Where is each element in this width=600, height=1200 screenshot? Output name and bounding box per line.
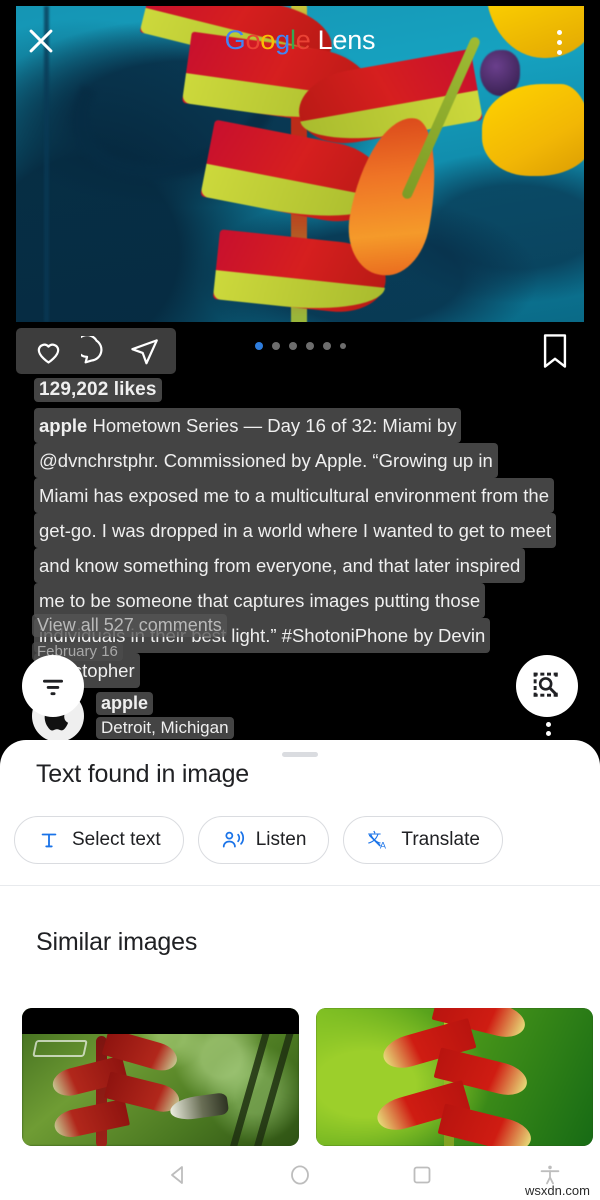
caption-text: Hometown Series — Day 16 of 32: Miami by — [92, 415, 457, 436]
dot — [556, 49, 562, 55]
text-select-icon — [37, 828, 61, 852]
likes-count: 129,202 likes — [34, 378, 162, 402]
carousel-dot-active — [254, 342, 263, 350]
thumbnail-letterbox — [22, 1008, 299, 1034]
lens-search-button[interactable] — [516, 655, 578, 717]
caption-line: apple Hometown Series — Day 16 of 32: Mi… — [34, 408, 579, 443]
likes-text: 129,202 likes — [34, 378, 162, 402]
dot — [546, 731, 551, 736]
caption-username[interactable]: apple — [39, 415, 87, 436]
carousel-dot — [271, 342, 280, 350]
phone-screen: Google Lens 129,202 likes apple Hometown… — [0, 0, 600, 1200]
yellow-petal — [482, 84, 584, 176]
sheet-divider — [0, 885, 600, 886]
comment-icon[interactable] — [72, 331, 120, 371]
translate-icon: 文 A — [366, 828, 390, 852]
caption-line-text: Miami has exposed me to a multicultural … — [34, 478, 554, 513]
logo-letter-g2: g — [275, 24, 290, 55]
bookmark-icon[interactable] — [538, 330, 572, 372]
svg-text:A: A — [380, 841, 387, 851]
like-icon[interactable] — [24, 331, 72, 371]
lens-search-icon — [533, 672, 558, 697]
carousel-dot — [305, 342, 314, 350]
overflow-menu-icon[interactable] — [544, 22, 574, 62]
logo-letter-o1: o — [245, 24, 261, 55]
carousel-dot — [322, 342, 331, 350]
sheet-title: Text found in image — [36, 760, 249, 788]
caption-line-text: me to be someone that captures images pu… — [34, 583, 486, 618]
translate-chip[interactable]: 文 A Translate — [343, 816, 503, 864]
close-icon[interactable] — [24, 24, 58, 58]
logo-letter-g: G — [224, 24, 246, 55]
profile-location-text: Detroit, Michigan — [96, 717, 234, 739]
caption-line: and know something from everyone, and th… — [34, 548, 579, 583]
listen-label: Listen — [255, 829, 307, 850]
android-navigation-bar — [0, 1150, 600, 1200]
caption-line-text: get-go. I was dropped in a world where I… — [34, 513, 557, 548]
caption-line: Miami has exposed me to a multicultural … — [34, 478, 579, 513]
listen-icon — [221, 828, 245, 852]
caption-line-text: apple Hometown Series — Day 16 of 32: Mi… — [34, 408, 462, 443]
page-title: Google Lens — [224, 24, 376, 55]
caption-line-text: and know something from everyone, and th… — [34, 548, 526, 583]
back-triangle-icon[interactable] — [156, 1160, 200, 1190]
site-watermark: wsxdn.com — [524, 1183, 590, 1198]
dot — [546, 722, 551, 727]
carousel-dot — [288, 342, 297, 350]
profile-location[interactable]: Detroit, Michigan — [96, 717, 234, 739]
share-icon[interactable] — [120, 331, 168, 371]
similar-image-thumbnail[interactable] — [316, 1008, 593, 1146]
select-text-label: Select text — [72, 829, 161, 850]
caption-line-text: @dvnchrstphr. Commissioned by Apple. “Gr… — [34, 443, 498, 478]
similar-image-thumbnail[interactable] — [22, 1008, 299, 1146]
logo-letter-o2: o — [260, 24, 276, 55]
filter-icon — [43, 679, 63, 696]
lens-wordmark: Lens — [317, 24, 376, 55]
lens-fab-overflow-icon[interactable] — [546, 722, 551, 736]
thumbnail-watermark — [32, 1040, 88, 1057]
translate-label: Translate — [401, 829, 480, 850]
view-comments-text: View all 527 comments — [32, 614, 227, 637]
sheet-drag-handle[interactable] — [282, 752, 318, 757]
carousel-indicator[interactable] — [0, 342, 600, 350]
caption-line: @dvnchrstphr. Commissioned by Apple. “Gr… — [34, 443, 579, 478]
similar-images-title: Similar images — [36, 928, 198, 956]
recents-square-icon[interactable] — [400, 1160, 444, 1190]
profile-name[interactable]: apple — [96, 692, 154, 715]
caption-line: me to be someone that captures images pu… — [34, 583, 579, 618]
carousel-dot — [339, 343, 346, 349]
filter-button[interactable] — [22, 655, 84, 717]
profile-text: apple Detroit, Michigan — [96, 690, 234, 739]
listen-chip[interactable]: Listen — [197, 816, 330, 864]
home-circle-icon[interactable] — [278, 1160, 322, 1190]
dot — [556, 29, 562, 35]
logo-letter-e: e — [295, 24, 311, 55]
profile-name-text: apple — [96, 692, 154, 715]
similar-images-grid — [22, 1008, 593, 1146]
lens-bottom-sheet: Text found in image Select text Listen 文… — [0, 740, 600, 1160]
view-comments-link[interactable]: View all 527 comments — [32, 614, 227, 637]
select-text-chip[interactable]: Select text — [14, 816, 184, 864]
dot — [556, 39, 562, 45]
caption-line: get-go. I was dropped in a world where I… — [34, 513, 579, 548]
instagram-action-bar — [16, 328, 176, 374]
action-chip-row: Select text Listen 文 A Translate — [14, 816, 503, 864]
lens-header: Google Lens — [0, 0, 600, 80]
